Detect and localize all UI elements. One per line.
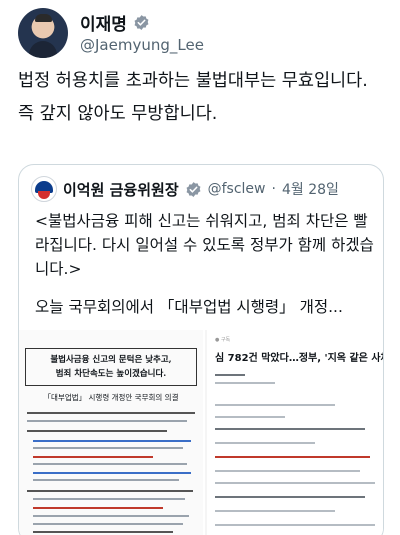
text-line	[33, 447, 183, 449]
quoted-author-avatar[interactable]	[31, 176, 57, 202]
quoted-tweet-header: 이억원 금융위원장 @fsclew · 4월 28일	[31, 175, 339, 203]
text-line	[27, 420, 187, 422]
verified-badge-icon	[186, 181, 201, 197]
tweet-header: 이재명 @Jaemyung_Lee	[18, 6, 388, 58]
text-line	[33, 523, 183, 525]
text-line	[33, 479, 179, 481]
text-line	[33, 507, 163, 509]
text-line	[33, 515, 189, 517]
verified-badge-icon	[134, 15, 149, 30]
author-handle[interactable]: @Jaemyung_Lee	[80, 36, 204, 54]
author-name-row: 이재명	[80, 10, 150, 35]
text-line	[215, 456, 370, 458]
quoted-author-name[interactable]: 이억원 금융위원장	[63, 179, 179, 200]
text-line	[27, 490, 193, 492]
text-line	[33, 472, 191, 474]
press-release-subtitle: 「대부업법」 시행령 개정안 국무회의 의결	[43, 393, 179, 402]
text-line	[215, 382, 275, 384]
text-line	[33, 463, 187, 465]
quoted-tweet-card[interactable]: 이억원 금융위원장 @fsclew · 4월 28일 <불법사금융 피해 신고는…	[18, 164, 384, 535]
text-line	[215, 482, 375, 484]
text-line	[215, 442, 315, 444]
text-line	[215, 404, 335, 406]
tweet-body: 법정 허용치를 초과하는 불법대부는 무효입니다. 즉 갚지 않아도 무방합니다…	[18, 68, 390, 134]
text-line	[27, 430, 167, 432]
press-release-title: 불법사금융 신고의 문턱은 낮추고, 범죄 차단속도는 높이겠습니다.	[26, 353, 196, 381]
tweet-line-1: 법정 허용치를 초과하는 불법대부는 무효입니다.	[18, 71, 368, 91]
text-line	[33, 498, 185, 500]
news-headline: 심 782건 막았다…정부, '지옥 같은 사채 늪' 원	[215, 353, 383, 364]
press-release-title-line-2: 범죄 차단속도는 높이겠습니다.	[55, 369, 167, 379]
text-line	[215, 510, 335, 512]
author-avatar[interactable]	[18, 8, 68, 58]
press-release-image[interactable]: 불법사금융 신고의 문턱은 낮추고, 범죄 차단속도는 높이겠습니다. 「대부업…	[19, 330, 205, 535]
text-line	[215, 524, 375, 526]
quoted-author-handle[interactable]: @fsclew	[208, 181, 266, 197]
quoted-tweet-body: <불법사금융 피해 신고는 쉬워지고, 범죄 차단은 빨라집니다. 다시 일어설…	[35, 209, 375, 319]
text-line	[215, 416, 285, 418]
text-line	[215, 470, 360, 472]
text-line	[27, 412, 195, 414]
text-line	[33, 456, 153, 458]
quoted-paragraph-1: <불법사금융 피해 신고는 쉬워지고, 범죄 차단은 빨라집니다. 다시 일어설…	[35, 212, 374, 278]
tweet-line-2: 즉 갚지 않아도 무방합니다.	[18, 104, 218, 124]
text-line	[215, 428, 365, 430]
author-name[interactable]: 이재명	[80, 10, 127, 35]
quoted-media[interactable]: 불법사금융 신고의 문턱은 낮추고, 범죄 차단속도는 높이겠습니다. 「대부업…	[19, 330, 383, 535]
text-line	[215, 496, 365, 498]
quoted-paragraph-2: 오늘 국무회의에서 「대부업법 시행령」 개정...	[35, 298, 343, 316]
text-line	[33, 531, 173, 533]
quoted-date[interactable]: 4월 28일	[282, 179, 339, 199]
text-line	[33, 440, 191, 442]
text-line	[215, 374, 245, 376]
news-tag: ● 구독	[215, 337, 231, 343]
press-release-title-line-1: 불법사금융 신고의 문턱은 낮추고,	[50, 355, 172, 365]
press-release-title-box: 불법사금융 신고의 문턱은 낮추고, 범죄 차단속도는 높이겠습니다.	[25, 348, 197, 386]
date-separator: ·	[271, 181, 276, 197]
news-article-image[interactable]: ● 구독 심 782건 막았다…정부, '지옥 같은 사채 늪' 원	[207, 330, 383, 535]
